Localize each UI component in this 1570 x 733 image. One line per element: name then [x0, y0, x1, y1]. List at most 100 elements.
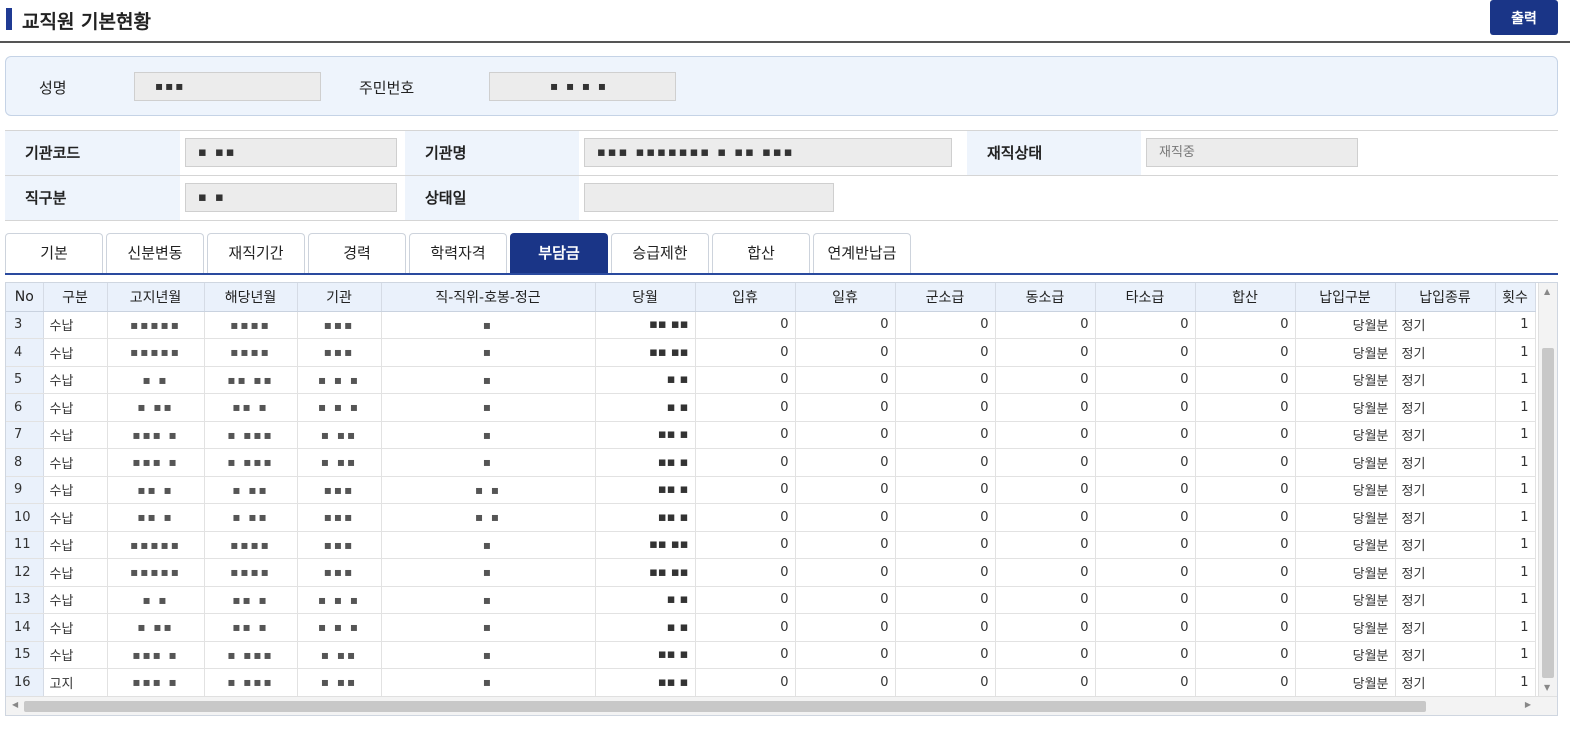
count-cell[interactable]: 1	[1495, 393, 1536, 422]
v4-cell[interactable]: 0	[995, 476, 1096, 504]
position-cell[interactable]: ▪	[381, 338, 596, 367]
pay-kind-cell[interactable]: 정기	[1395, 641, 1496, 669]
position-cell[interactable]: ▪	[381, 448, 596, 477]
col-header-position[interactable]: 직-직위-호봉-정근	[381, 283, 596, 312]
sum-cell[interactable]: 0	[1195, 476, 1296, 504]
scroll-right-arrow-icon[interactable]: ▶	[1525, 700, 1531, 709]
type-cell[interactable]: 수납	[43, 338, 108, 367]
notice-month-cell[interactable]: ▪▪▪▪▪	[107, 531, 205, 559]
notice-month-cell[interactable]: ▪▪ ▪	[107, 503, 205, 532]
table-row[interactable]: 13 수납 ▪ ▪ ▪▪ ▪ ▪ ▪ ▪ ▪ ▪ ▪ 0 0 0 0 0 0 당월분 정기 1	[6, 586, 1536, 614]
type-cell[interactable]: 수납	[43, 586, 108, 614]
sum-cell[interactable]: 0	[1195, 668, 1296, 697]
row-no-cell[interactable]: 4	[6, 338, 44, 367]
count-cell[interactable]: 1	[1495, 641, 1536, 669]
v2-cell[interactable]: 0	[795, 448, 896, 477]
v5-cell[interactable]: 0	[1095, 393, 1196, 422]
v3-cell[interactable]: 0	[895, 338, 996, 367]
rrn-field[interactable]: ▪ ▪ ▪ ▪	[489, 72, 676, 101]
v3-cell[interactable]: 0	[895, 503, 996, 532]
notice-month-cell[interactable]: ▪▪ ▪	[107, 476, 205, 504]
v1-cell[interactable]: 0	[695, 338, 796, 367]
v2-cell[interactable]: 0	[795, 586, 896, 614]
v3-cell[interactable]: 0	[895, 668, 996, 697]
target-month-cell[interactable]: ▪▪ ▪	[204, 586, 298, 614]
table-row[interactable]: 15 수납 ▪▪▪ ▪ ▪ ▪▪▪ ▪ ▪▪ ▪ ▪▪ ▪ 0 0 0 0 0 0 당월분 정기 1	[6, 641, 1536, 669]
tab-sum[interactable]: 합산	[712, 233, 810, 273]
current-month-cell[interactable]: ▪▪ ▪▪	[595, 338, 696, 367]
pay-kind-cell[interactable]: 정기	[1395, 668, 1496, 697]
v1-cell[interactable]: 0	[695, 476, 796, 504]
table-row[interactable]: 8 수납 ▪▪▪ ▪ ▪ ▪▪▪ ▪ ▪▪ ▪ ▪▪ ▪ 0 0 0 0 0 0 당월분 정기 1	[6, 448, 1536, 477]
count-cell[interactable]: 1	[1495, 311, 1536, 339]
org-cell[interactable]: ▪ ▪▪	[297, 641, 382, 669]
notice-month-cell[interactable]: ▪▪▪▪▪	[107, 311, 205, 339]
col-header-type[interactable]: 구분	[43, 283, 108, 312]
v4-cell[interactable]: 0	[995, 421, 1096, 449]
current-month-cell[interactable]: ▪▪ ▪▪	[595, 558, 696, 587]
count-cell[interactable]: 1	[1495, 448, 1536, 477]
notice-month-cell[interactable]: ▪▪▪ ▪	[107, 448, 205, 477]
v2-cell[interactable]: 0	[795, 558, 896, 587]
position-cell[interactable]: ▪	[381, 531, 596, 559]
current-month-cell[interactable]: ▪ ▪	[595, 393, 696, 422]
target-month-cell[interactable]: ▪▪▪▪	[204, 558, 298, 587]
pay-type-cell[interactable]: 당월분	[1295, 476, 1396, 504]
pay-kind-cell[interactable]: 정기	[1395, 311, 1496, 339]
v5-cell[interactable]: 0	[1095, 448, 1196, 477]
count-cell[interactable]: 1	[1495, 476, 1536, 504]
position-cell[interactable]: ▪	[381, 586, 596, 614]
v1-cell[interactable]: 0	[695, 668, 796, 697]
position-cell[interactable]: ▪ ▪	[381, 476, 596, 504]
table-row[interactable]: 5 수납 ▪ ▪ ▪▪ ▪▪ ▪ ▪ ▪ ▪ ▪ ▪ 0 0 0 0 0 0 당월분 정기 1	[6, 366, 1536, 394]
status-date-field[interactable]	[584, 183, 834, 212]
table-row[interactable]: 6 수납 ▪ ▪▪ ▪▪ ▪ ▪ ▪ ▪ ▪ ▪ ▪ 0 0 0 0 0 0 당월분 정기 1	[6, 393, 1536, 422]
current-month-cell[interactable]: ▪▪ ▪	[595, 641, 696, 669]
v5-cell[interactable]: 0	[1095, 641, 1196, 669]
v4-cell[interactable]: 0	[995, 558, 1096, 587]
v2-cell[interactable]: 0	[795, 476, 896, 504]
sum-cell[interactable]: 0	[1195, 531, 1296, 559]
tab-promotion-limit[interactable]: 승급제한	[611, 233, 709, 273]
org-cell[interactable]: ▪▪▪	[297, 531, 382, 559]
v3-cell[interactable]: 0	[895, 613, 996, 642]
v3-cell[interactable]: 0	[895, 531, 996, 559]
col-header-current-month[interactable]: 당월	[595, 283, 696, 312]
type-cell[interactable]: 수납	[43, 503, 108, 532]
pay-type-cell[interactable]: 당월분	[1295, 421, 1396, 449]
pay-type-cell[interactable]: 당월분	[1295, 393, 1396, 422]
position-cell[interactable]: ▪	[381, 558, 596, 587]
col-header-no[interactable]: No	[6, 283, 44, 312]
sum-cell[interactable]: 0	[1195, 613, 1296, 642]
print-button[interactable]: 출력	[1490, 0, 1558, 35]
pay-type-cell[interactable]: 당월분	[1295, 366, 1396, 394]
org-cell[interactable]: ▪ ▪ ▪	[297, 586, 382, 614]
v1-cell[interactable]: 0	[695, 613, 796, 642]
sum-cell[interactable]: 0	[1195, 393, 1296, 422]
v3-cell[interactable]: 0	[895, 476, 996, 504]
v4-cell[interactable]: 0	[995, 586, 1096, 614]
sum-cell[interactable]: 0	[1195, 338, 1296, 367]
scroll-down-arrow-icon[interactable]: ▼	[1544, 683, 1550, 692]
col-header-v1[interactable]: 입휴	[695, 283, 796, 312]
pay-kind-cell[interactable]: 정기	[1395, 476, 1496, 504]
position-cell[interactable]: ▪	[381, 366, 596, 394]
target-month-cell[interactable]: ▪ ▪▪▪	[204, 448, 298, 477]
pay-kind-cell[interactable]: 정기	[1395, 586, 1496, 614]
sum-cell[interactable]: 0	[1195, 641, 1296, 669]
type-cell[interactable]: 수납	[43, 393, 108, 422]
target-month-cell[interactable]: ▪ ▪▪▪	[204, 641, 298, 669]
sum-cell[interactable]: 0	[1195, 503, 1296, 532]
pay-kind-cell[interactable]: 정기	[1395, 366, 1496, 394]
pay-kind-cell[interactable]: 정기	[1395, 558, 1496, 587]
v2-cell[interactable]: 0	[795, 503, 896, 532]
count-cell[interactable]: 1	[1495, 421, 1536, 449]
v1-cell[interactable]: 0	[695, 448, 796, 477]
pay-kind-cell[interactable]: 정기	[1395, 393, 1496, 422]
org-cell[interactable]: ▪ ▪▪	[297, 668, 382, 697]
notice-month-cell[interactable]: ▪ ▪▪	[107, 613, 205, 642]
current-month-cell[interactable]: ▪ ▪	[595, 613, 696, 642]
v5-cell[interactable]: 0	[1095, 531, 1196, 559]
v4-cell[interactable]: 0	[995, 613, 1096, 642]
pay-type-cell[interactable]: 당월분	[1295, 613, 1396, 642]
